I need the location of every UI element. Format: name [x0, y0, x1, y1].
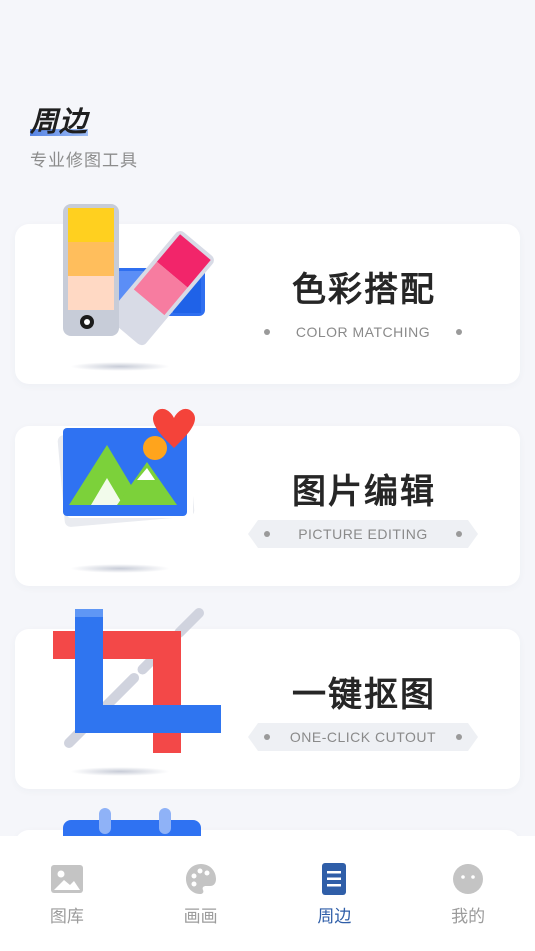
card-subtitle-pill: COLOR MATCHING: [248, 318, 478, 346]
card-subtitle-pill: PICTURE EDITING: [248, 520, 478, 548]
palette-icon: [185, 864, 216, 894]
dot-right: [456, 531, 462, 537]
illustration-shadow: [70, 362, 170, 371]
tab-label: 周边: [317, 907, 352, 927]
crop-icon: [53, 608, 221, 753]
dot-right: [456, 329, 462, 335]
illustration-shadow: [70, 767, 170, 776]
dot-left: [264, 531, 270, 537]
card-subtitle: COLOR MATCHING: [295, 324, 431, 340]
bottom-tab-bar: 图库 画画 周边 我的: [0, 836, 535, 951]
tab-gallery[interactable]: 图库: [0, 836, 134, 951]
page-header: 周边 专业修图工具: [30, 100, 138, 171]
card-subtitle: ONE-CLICK CUTOUT: [289, 729, 437, 745]
card-title: 一键抠图: [292, 675, 436, 715]
card-one-click-cutout[interactable]: 一键抠图 ONE-CLICK CUTOUT: [15, 608, 520, 789]
dot-right: [456, 734, 462, 740]
card-subtitle: PICTURE EDITING: [298, 526, 428, 542]
dot-left: [264, 329, 270, 335]
card-subtitle-pill: ONE-CLICK CUTOUT: [248, 723, 478, 751]
tab-label: 图库: [49, 907, 84, 927]
tab-label: 画画: [183, 907, 218, 927]
gallery-icon: [50, 865, 83, 893]
card-color-matching[interactable]: 色彩搭配 COLOR MATCHING: [15, 204, 520, 384]
tab-mine[interactable]: 我的: [401, 836, 535, 951]
picture-edit-icon: [57, 408, 196, 527]
profile-face-icon: [453, 864, 484, 894]
tab-label: 我的: [451, 907, 486, 927]
card-title: 图片编辑: [292, 472, 436, 512]
dot-left: [264, 734, 270, 740]
illustration-shadow: [70, 564, 170, 573]
document-icon: [322, 863, 347, 895]
page-subtitle: 专业修图工具: [30, 151, 138, 171]
page-title-text: 周边: [30, 105, 89, 138]
card-title: 色彩搭配: [292, 270, 436, 310]
tab-peripheral[interactable]: 周边: [268, 836, 402, 951]
card-picture-editing[interactable]: 图片编辑 PICTURE EDITING: [15, 408, 520, 586]
tab-draw[interactable]: 画画: [134, 836, 268, 951]
page-title: 周边: [30, 100, 89, 140]
color-palette-icon: [63, 204, 214, 346]
